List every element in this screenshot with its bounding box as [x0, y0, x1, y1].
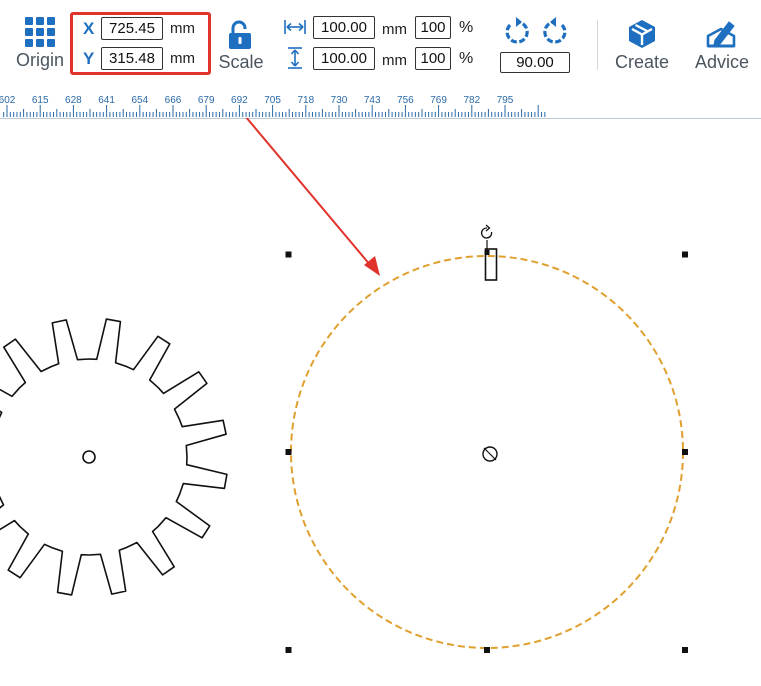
- width-percent-input[interactable]: 100: [415, 16, 451, 39]
- ruler-label: 641: [98, 95, 115, 106]
- origin-button[interactable]: Origin: [10, 16, 70, 71]
- ruler-label: 705: [264, 95, 281, 106]
- ruler-label: 679: [198, 95, 215, 106]
- ruler-label: 795: [497, 95, 514, 106]
- rotation-angle-value: 90.00: [516, 54, 554, 71]
- ruler-label: 730: [331, 95, 348, 106]
- height-percent-value: 100: [420, 50, 446, 67]
- handle-middle-right[interactable]: [682, 449, 688, 455]
- grid-icon: [25, 17, 55, 47]
- cube-icon: [629, 20, 655, 48]
- scale-lock-button[interactable]: Scale: [213, 20, 269, 73]
- toolbar: Origin X 725.45 mm Y 315.48 mm Scale 100…: [0, 0, 761, 86]
- ruler-label: 718: [297, 95, 314, 106]
- ruler-label: 602: [0, 95, 16, 106]
- ruler-label: 654: [131, 95, 148, 106]
- width-unit-label: mm: [382, 21, 407, 38]
- advice-label: Advice: [694, 52, 750, 72]
- design-canvas[interactable]: [0, 78, 761, 681]
- create-label: Create: [614, 52, 670, 72]
- ruler-label: 769: [430, 95, 447, 106]
- toolbar-separator: [597, 20, 598, 70]
- ruler-label: 615: [32, 95, 49, 106]
- ruler-label: 756: [397, 95, 414, 106]
- selected-circle-shape[interactable]: [290, 255, 684, 649]
- ruler-label: 666: [165, 95, 182, 106]
- height-input[interactable]: 100.00: [313, 47, 375, 70]
- rotate-cw-icon[interactable]: [540, 17, 570, 47]
- create-button[interactable]: Create: [611, 18, 673, 73]
- height-arrow-icon: [288, 47, 302, 69]
- position-highlight-box: [70, 12, 211, 75]
- scale-label: Scale: [218, 52, 264, 72]
- width-percent-value: 100: [420, 19, 446, 36]
- ruler-scale: 602 615 628 641 654 666 679 692 705 718 730 743 756 7…: [0, 95, 546, 117]
- handle-top-left[interactable]: [285, 251, 292, 258]
- width-input[interactable]: 100.00: [313, 16, 375, 39]
- unlock-icon: [229, 20, 251, 49]
- height-percent-input[interactable]: 100: [415, 47, 451, 70]
- advice-button[interactable]: Advice: [688, 18, 756, 73]
- rotation-angle-input[interactable]: 90.00: [500, 52, 570, 73]
- handle-bottom-left[interactable]: [285, 647, 292, 653]
- ruler-label: 782: [463, 95, 480, 106]
- handle-top-middle-dot: [484, 250, 490, 255]
- height-unit-label: mm: [382, 52, 407, 69]
- ruler-label: 692: [231, 95, 248, 106]
- origin-label: Origin: [15, 50, 64, 70]
- rotate-ccw-icon[interactable]: [502, 17, 532, 47]
- width-arrow-icon: [284, 20, 306, 34]
- gear-center-hole[interactable]: [82, 450, 96, 464]
- pen-paper-icon: [706, 21, 736, 48]
- handle-top-right[interactable]: [682, 251, 688, 258]
- ruler-label: 628: [65, 95, 82, 106]
- height-percent-symbol: %: [459, 50, 474, 67]
- horizontal-ruler[interactable]: 602 615 628 641 654 666 679 692 705 718 730 743 756 7…: [0, 86, 761, 119]
- handle-middle-left[interactable]: [285, 449, 292, 455]
- annotation-arrow: [213, 78, 380, 276]
- height-value: 100.00: [321, 50, 367, 67]
- rotation-handle-icon[interactable]: [480, 224, 493, 239]
- width-percent-symbol: %: [459, 19, 474, 36]
- gear-shape[interactable]: [0, 318, 228, 596]
- width-value: 100.00: [321, 19, 367, 36]
- ruler-label: 743: [364, 95, 381, 106]
- handle-bottom-middle[interactable]: [484, 647, 490, 653]
- center-point-marker[interactable]: [482, 446, 498, 462]
- handle-bottom-right[interactable]: [682, 647, 688, 653]
